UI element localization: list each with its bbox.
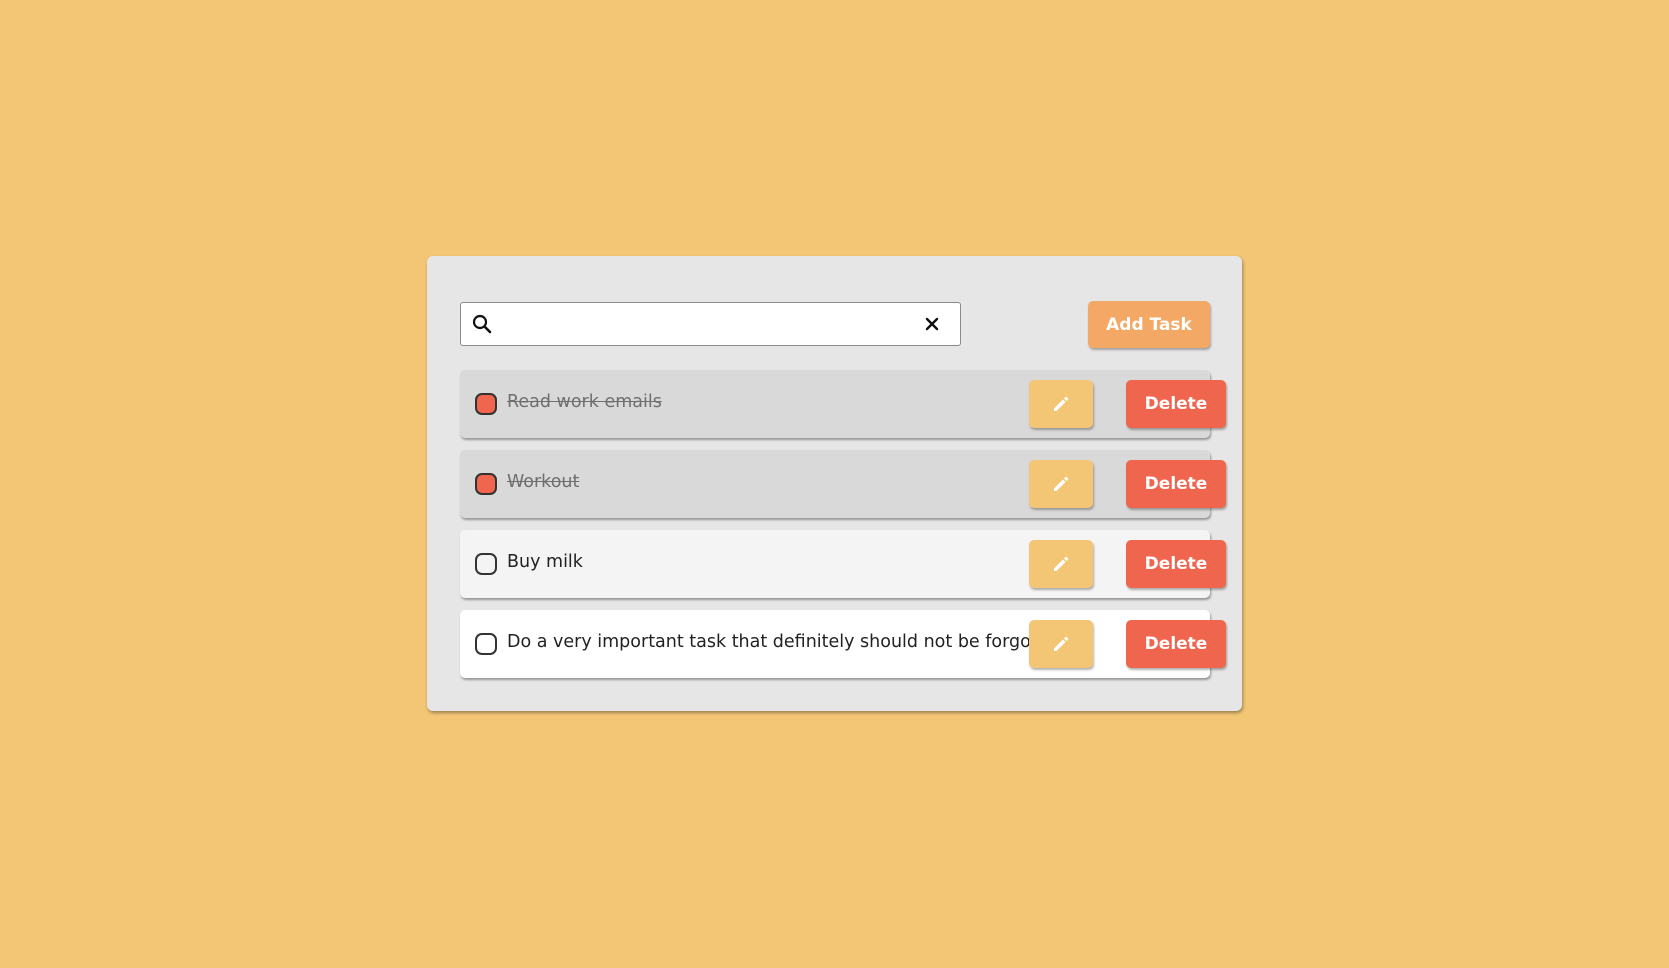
add-task-button[interactable]: Add Task [1088, 301, 1210, 348]
edit-task-button[interactable] [1029, 460, 1093, 508]
task-text: Buy milk [507, 552, 583, 572]
pencil-icon [1054, 556, 1069, 571]
delete-task-button[interactable]: Delete [1126, 540, 1226, 588]
delete-task-button[interactable]: Delete [1126, 380, 1226, 428]
task-text: Do a very important task that definitely… [507, 632, 1067, 652]
task-item: Workout Delete [460, 450, 1226, 518]
task-checkbox[interactable] [475, 473, 497, 495]
close-icon[interactable] [924, 316, 940, 332]
edit-task-button[interactable] [1029, 380, 1093, 428]
search-box[interactable] [460, 302, 961, 346]
pencil-icon [1054, 636, 1069, 651]
pencil-icon [1054, 396, 1069, 411]
search-input[interactable] [501, 309, 915, 341]
task-checkbox[interactable] [475, 393, 497, 415]
task-checkbox[interactable] [475, 553, 497, 575]
search-icon [472, 314, 492, 334]
delete-task-button[interactable]: Delete [1126, 460, 1226, 508]
task-checkbox[interactable] [475, 633, 497, 655]
task-text: Workout [507, 472, 580, 492]
task-item: Do a very important task that definitely… [460, 610, 1226, 678]
task-item: Read work emails Delete [460, 370, 1226, 438]
edit-task-button[interactable] [1029, 540, 1093, 588]
task-item: Buy milk Delete [460, 530, 1226, 598]
todo-panel: Add Task Read work emails Delete Workout… [427, 256, 1242, 711]
task-text: Read work emails [507, 392, 662, 412]
delete-task-button[interactable]: Delete [1126, 620, 1226, 668]
pencil-icon [1054, 476, 1069, 491]
edit-task-button[interactable] [1029, 620, 1093, 668]
